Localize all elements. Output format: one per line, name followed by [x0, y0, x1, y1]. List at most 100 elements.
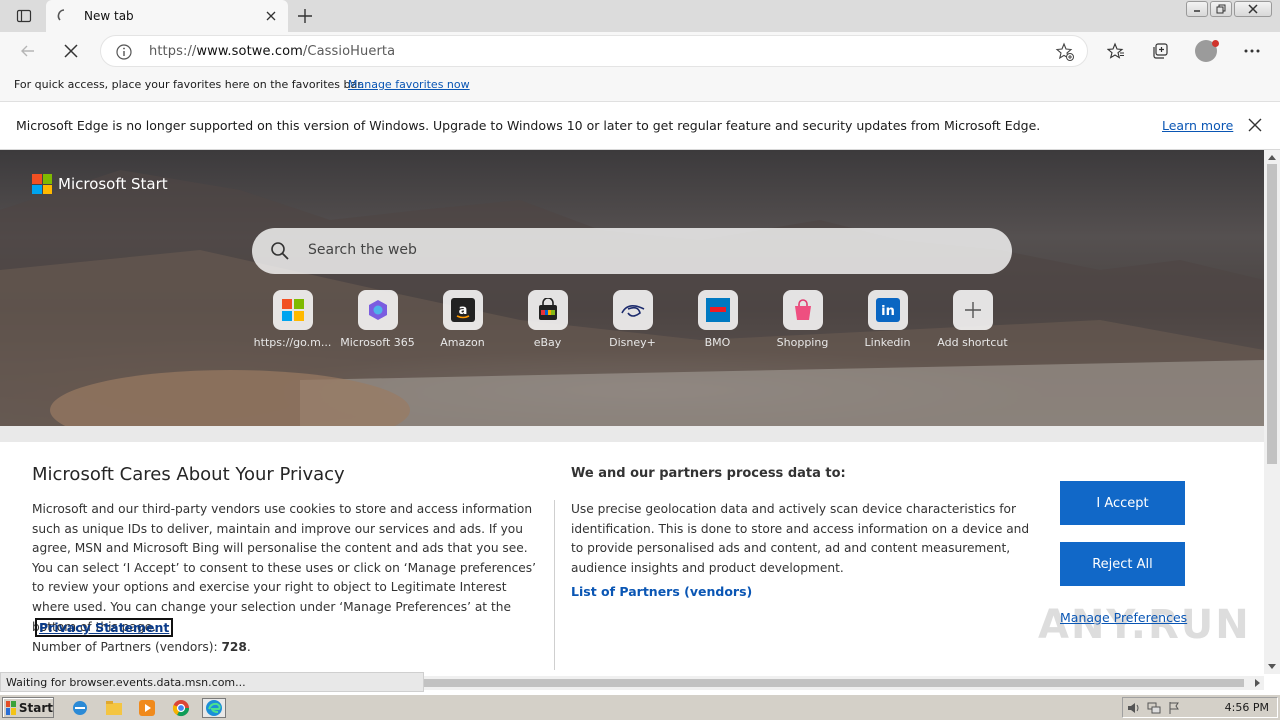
back-button[interactable]	[13, 36, 43, 66]
profile-button[interactable]	[1191, 36, 1221, 66]
manage-favorites-link[interactable]: Manage favorites now	[348, 78, 470, 91]
shortcut-label: BMO	[704, 336, 731, 349]
microsoft-start-logo[interactable]: Microsoft Start	[32, 174, 168, 194]
reject-all-button[interactable]: Reject All	[1060, 542, 1185, 586]
plus-icon	[952, 290, 993, 330]
windows-flag-icon	[6, 700, 16, 715]
shortcut-label: Linkedin	[864, 336, 911, 349]
tab-new-tab[interactable]: New tab	[46, 0, 288, 32]
scroll-right-arrow-icon[interactable]	[1255, 679, 1260, 687]
minimize-button[interactable]	[1186, 1, 1208, 17]
internet-explorer-taskbar-icon[interactable]	[68, 698, 92, 718]
shortcut-bmo[interactable]: BMO	[675, 290, 760, 349]
title-bar: New tab	[0, 0, 1280, 32]
scroll-up-arrow-icon[interactable]	[1268, 155, 1276, 160]
privacy-body: Microsoft and our third-party vendors us…	[32, 502, 537, 634]
shortcut-label: Amazon	[440, 336, 485, 349]
disney-icon	[612, 290, 653, 330]
list-of-partners-link[interactable]: List of Partners (vendors)	[571, 584, 752, 599]
unsupported-os-infobar: Microsoft Edge is no longer supported on…	[0, 102, 1280, 150]
shortcut-ebay[interactable]: eBay	[505, 290, 590, 349]
scroll-thumb[interactable]	[1267, 164, 1277, 464]
loading-spinner-icon	[56, 8, 72, 24]
site-info-icon[interactable]	[115, 43, 133, 64]
m365-icon	[357, 290, 398, 330]
manage-preferences-link[interactable]: Manage Preferences	[1060, 610, 1187, 625]
plus-icon	[298, 9, 312, 23]
new-tab-button[interactable]	[292, 4, 318, 28]
action-center-flag-icon[interactable]	[1167, 701, 1181, 715]
taskbar-clock[interactable]: 4:56 PM	[1225, 701, 1269, 714]
collections-button[interactable]	[1145, 36, 1175, 66]
search-icon	[270, 241, 290, 264]
edge-taskbar-icon[interactable]	[202, 698, 226, 718]
favorites-bar: For quick access, place your favorites h…	[0, 70, 1280, 102]
web-search-box[interactable]: Search the web	[252, 228, 1012, 274]
shortcut-label: Add shortcut	[937, 336, 1008, 349]
shortcut-microsoft-365[interactable]: Microsoft 365	[335, 290, 420, 349]
close-window-button[interactable]	[1234, 1, 1272, 17]
shortcut-add[interactable]: Add shortcut	[930, 290, 1015, 349]
privacy-title: Microsoft Cares About Your Privacy	[32, 464, 345, 485]
data-processing-title: We and our partners process data to:	[571, 466, 846, 481]
volume-icon[interactable]	[1127, 701, 1141, 715]
shortcut-label: eBay	[533, 336, 562, 349]
stop-loading-button[interactable]	[56, 36, 86, 66]
microsoft-logo-icon	[32, 174, 52, 194]
dialog-divider	[554, 500, 555, 670]
collections-icon	[1153, 43, 1168, 59]
search-placeholder: Search the web	[308, 242, 417, 258]
learn-more-link[interactable]: Learn more	[1162, 118, 1233, 133]
bmo-icon	[697, 290, 738, 330]
shopping-icon	[782, 290, 823, 330]
infobar-message: Microsoft Edge is no longer supported on…	[16, 118, 1041, 133]
scroll-down-arrow-icon[interactable]	[1268, 664, 1276, 669]
infobar-close-icon[interactable]	[1246, 116, 1264, 137]
shortcut-disney-plus[interactable]: Disney+	[590, 290, 675, 349]
data-processing-body: Use precise geolocation data and activel…	[571, 502, 1030, 575]
address-bar[interactable]: https://www.sotwe.com/CassioHuerta	[100, 35, 1088, 67]
file-explorer-taskbar-icon[interactable]	[102, 698, 126, 718]
more-dots-icon	[1244, 49, 1260, 53]
shortcut-amazon[interactable]: a Amazon	[420, 290, 505, 349]
favorites-button[interactable]	[1101, 36, 1131, 66]
favorites-bar-hint: For quick access, place your favorites h…	[14, 78, 365, 91]
hero-background: Microsoft Start Search the web https://g…	[0, 150, 1264, 440]
restore-button[interactable]	[1210, 1, 1232, 17]
shortcut-label: https://go.m...	[253, 336, 332, 349]
chrome-taskbar-icon[interactable]	[169, 698, 193, 718]
shortcut-label: Disney+	[609, 336, 656, 349]
privacy-consent-dialog: Microsoft Cares About Your Privacy Micro…	[0, 442, 1264, 674]
privacy-statement-link[interactable]: Privacy Statement	[35, 618, 174, 637]
status-bar: Waiting for browser.events.data.msn.com.…	[0, 672, 424, 692]
shortcut-shopping[interactable]: Shopping	[760, 290, 845, 349]
amazon-icon: a	[442, 290, 483, 330]
svg-text:a: a	[458, 303, 467, 318]
url-text[interactable]: https://www.sotwe.com/CassioHuerta	[149, 44, 395, 59]
add-favorite-icon[interactable]	[1055, 42, 1075, 65]
settings-more-button[interactable]	[1237, 36, 1267, 66]
vertical-scrollbar[interactable]	[1264, 150, 1280, 674]
media-player-taskbar-icon[interactable]	[135, 698, 159, 718]
network-icon[interactable]	[1147, 701, 1161, 715]
anyrun-watermark: ANY.RUN	[1038, 602, 1251, 648]
brand-name: Microsoft Start	[58, 175, 168, 193]
start-label: Start	[18, 700, 53, 715]
start-button[interactable]: Start	[2, 697, 54, 718]
shortcut-label: Microsoft 365	[340, 336, 415, 349]
page-content: Microsoft Start Search the web https://g…	[0, 150, 1264, 674]
windows-taskbar: Start 4:56 PM	[0, 694, 1280, 720]
back-arrow-icon	[21, 45, 34, 57]
favorites-icon	[1107, 42, 1124, 59]
ebay-icon	[527, 290, 568, 330]
tab-close-icon[interactable]	[260, 5, 282, 27]
svg-text:in: in	[881, 304, 895, 319]
windows-icon	[272, 290, 313, 330]
shortcut-go-microsoft[interactable]: https://go.m...	[250, 290, 335, 349]
shortcut-linkedin[interactable]: in Linkedin	[845, 290, 930, 349]
tab-actions-button[interactable]	[8, 4, 40, 28]
horizontal-scrollbar[interactable]	[424, 676, 1264, 690]
accept-button[interactable]: I Accept	[1060, 481, 1185, 525]
tab-actions-icon	[16, 9, 32, 23]
horizontal-scroll-thumb[interactable]	[424, 679, 1244, 687]
